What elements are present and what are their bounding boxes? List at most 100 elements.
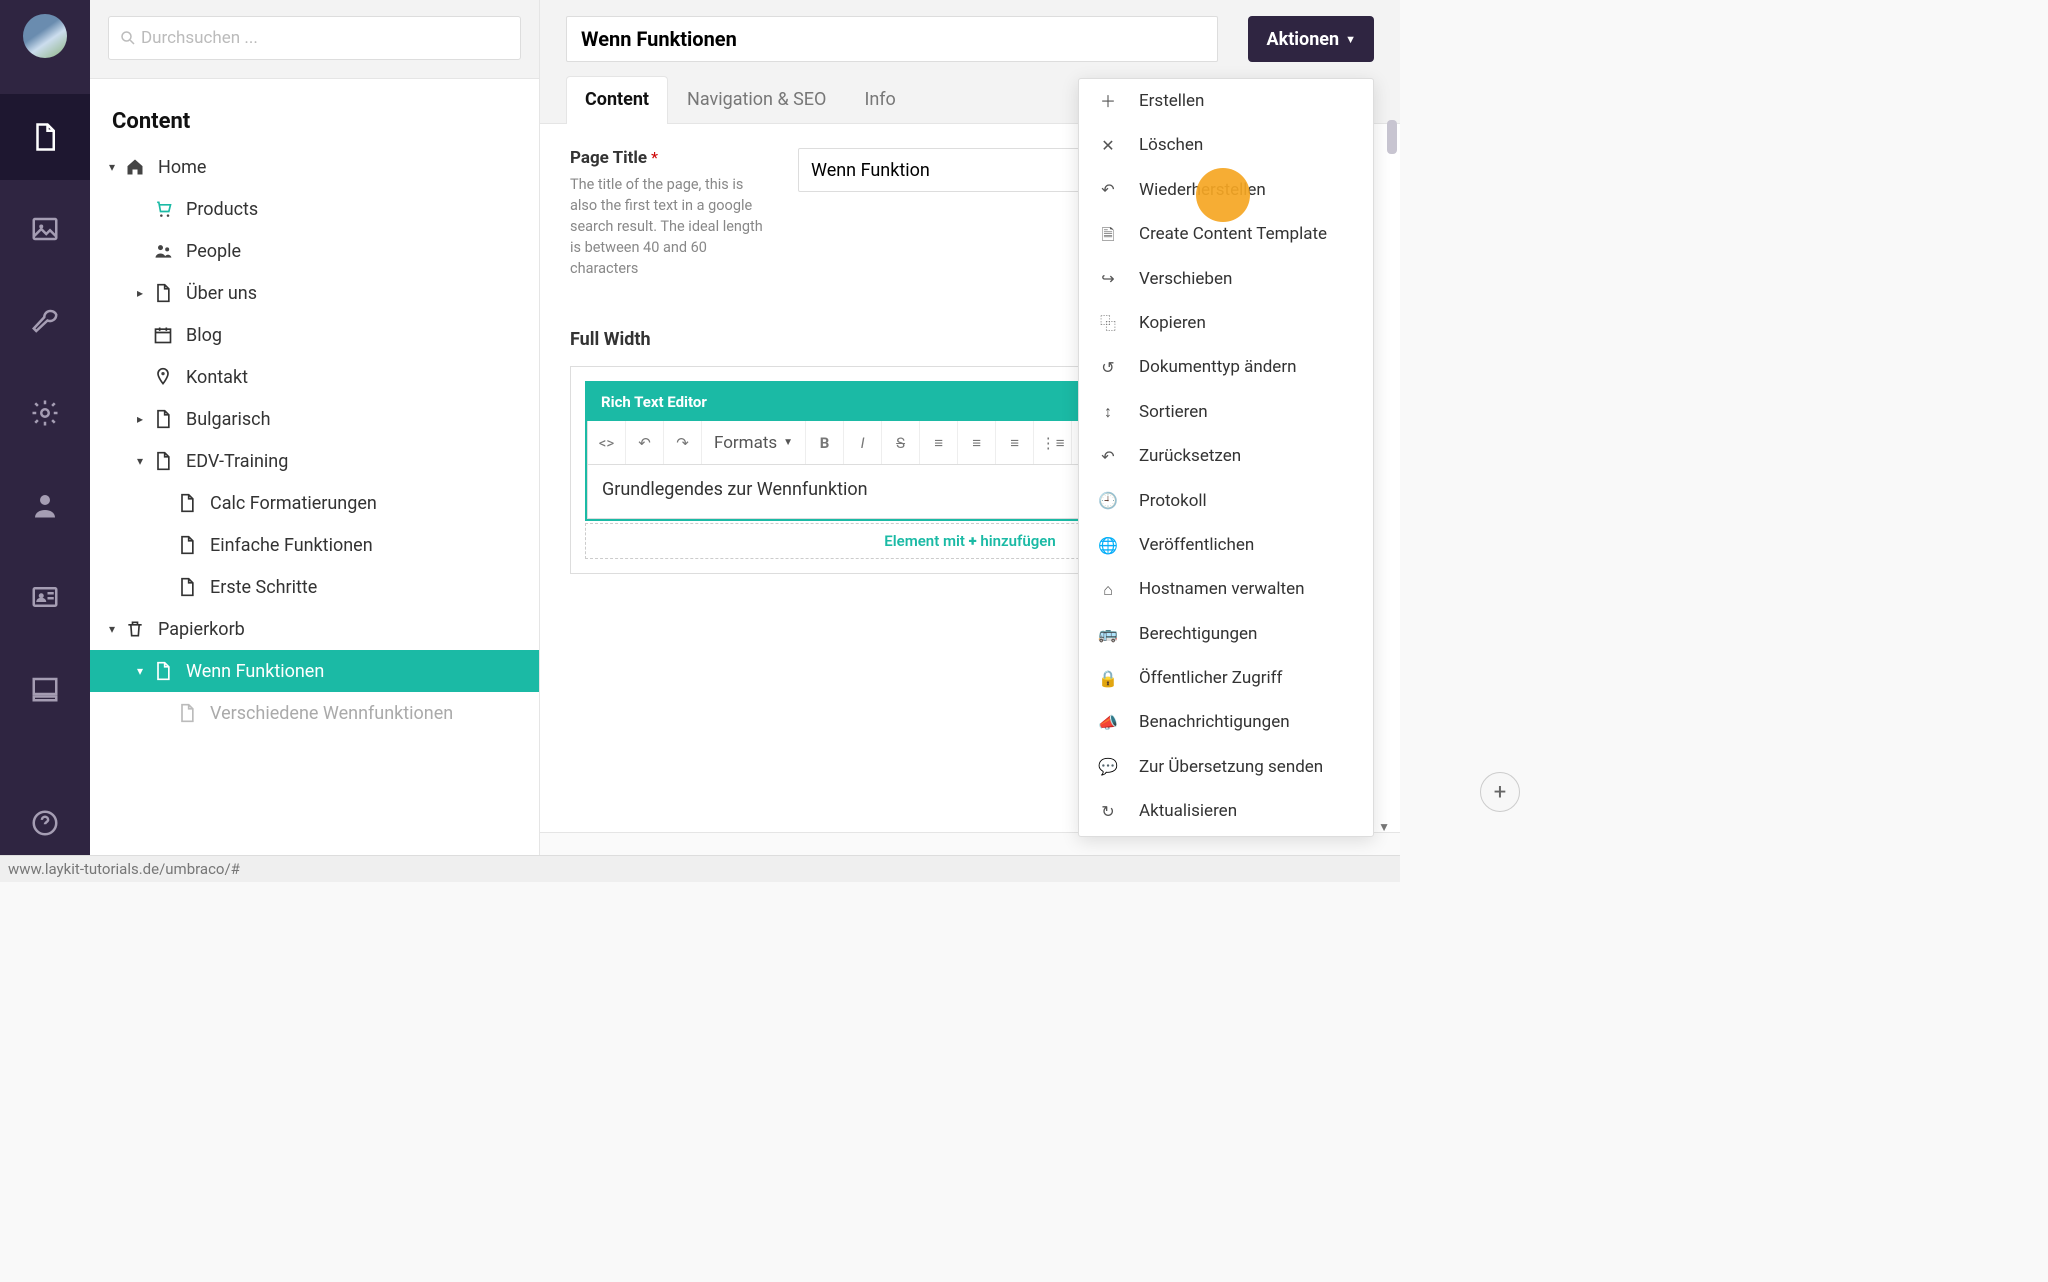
- tree-label: People: [186, 241, 241, 262]
- required-indicator: *: [651, 148, 658, 167]
- rail-content[interactable]: [0, 94, 90, 180]
- rail-settings[interactable]: [0, 278, 90, 364]
- rte-align-left-icon[interactable]: ≡: [920, 421, 958, 464]
- add-prefix: Element mit: [884, 532, 965, 550]
- rte-redo-icon[interactable]: ↷: [664, 421, 702, 464]
- search-input[interactable]: [141, 28, 510, 48]
- tree-home[interactable]: ▾Home: [90, 146, 539, 188]
- trash-icon: [122, 619, 148, 639]
- tree-wennfn[interactable]: ▾Wenn Funktionen: [90, 650, 539, 692]
- dropdown-more-icon[interactable]: ▼: [1378, 820, 1390, 834]
- rte-formats-label: Formats: [714, 433, 777, 453]
- actions-item-16[interactable]: ↻Aktualisieren: [1079, 789, 1373, 833]
- tree-label: Erste Schritte: [210, 577, 317, 598]
- actions-item-label: Verschieben: [1139, 269, 1232, 289]
- tree-firststeps[interactable]: Erste Schritte: [90, 566, 539, 608]
- file-icon: [174, 493, 200, 513]
- file-icon: [150, 409, 176, 429]
- add-row-button[interactable]: +: [1480, 772, 1520, 812]
- rail-help[interactable]: [0, 780, 90, 866]
- tree-blog[interactable]: Blog: [90, 314, 539, 356]
- tree-label: Blog: [186, 325, 222, 346]
- tree-trash[interactable]: ▾Papierkorb: [90, 608, 539, 650]
- rail-members[interactable]: [0, 554, 90, 640]
- app-root: Content ▾Home Products People ▸Über uns …: [0, 0, 1400, 882]
- page-name-input[interactable]: [566, 16, 1218, 62]
- rte-italic-icon[interactable]: I: [844, 421, 882, 464]
- file-icon: [174, 577, 200, 597]
- rail-media[interactable]: [0, 186, 90, 272]
- rail-forms[interactable]: [0, 646, 90, 732]
- tab-info[interactable]: Info: [845, 76, 914, 124]
- add-suffix: hinzufügen: [980, 532, 1055, 550]
- rte-bold-icon[interactable]: B: [806, 421, 844, 464]
- actions-item-icon: ↻: [1097, 802, 1119, 821]
- actions-item-label: Sortieren: [1139, 402, 1208, 422]
- tab-navseo[interactable]: Navigation & SEO: [668, 76, 845, 124]
- actions-item-4[interactable]: ↪Verschieben: [1079, 257, 1373, 301]
- actions-item-label: Benachrichtigungen: [1139, 712, 1290, 732]
- actions-item-7[interactable]: ↕ Sortieren: [1079, 390, 1373, 434]
- tree-simplefn[interactable]: Einfache Funktionen: [90, 524, 539, 566]
- actions-item-12[interactable]: 🚌 Berechtigungen: [1079, 612, 1373, 656]
- actions-item-label: Kopieren: [1139, 313, 1206, 333]
- tree-products[interactable]: Products: [90, 188, 539, 230]
- tree-edv[interactable]: ▾EDV-Training: [90, 440, 539, 482]
- rte-list-ul-icon[interactable]: ⋮≡: [1034, 421, 1072, 464]
- actions-item-6[interactable]: ↺Dokumenttyp ändern: [1079, 345, 1373, 389]
- tree-label: Bulgarisch: [186, 409, 271, 430]
- actions-item-10[interactable]: 🌐Veröffentlichen: [1079, 523, 1373, 567]
- tree-people[interactable]: People: [90, 230, 539, 272]
- actions-item-11[interactable]: ⌂Hostnamen verwalten: [1079, 567, 1373, 611]
- rte-formats-dropdown[interactable]: Formats▼: [702, 421, 806, 464]
- actions-item-label: Öffentlicher Zugriff: [1139, 668, 1282, 688]
- tree-label: Calc Formatierungen: [210, 493, 377, 514]
- actions-item-1[interactable]: ✕Löschen: [1079, 123, 1373, 167]
- rte-align-right-icon[interactable]: ≡: [996, 421, 1034, 464]
- actions-item-icon: ⌂: [1097, 580, 1119, 599]
- tree-about[interactable]: ▸Über uns: [90, 272, 539, 314]
- tree-variouswenn[interactable]: Verschiedene Wennfunktionen: [90, 692, 539, 734]
- tree-contact[interactable]: Kontakt: [90, 356, 539, 398]
- actions-item-label: Dokumenttyp ändern: [1139, 357, 1296, 377]
- rail-developer[interactable]: [0, 370, 90, 456]
- actions-item-icon: 🚌: [1097, 624, 1119, 643]
- pin-icon: [150, 367, 176, 387]
- actions-item-icon: ＋: [1097, 92, 1119, 111]
- actions-item-5[interactable]: ⿻Kopieren: [1079, 301, 1373, 345]
- actions-label: Aktionen: [1266, 29, 1339, 50]
- rte-source-icon[interactable]: <>: [588, 421, 626, 464]
- actions-item-label: Erstellen: [1139, 91, 1204, 111]
- actions-item-label: Create Content Template: [1139, 224, 1327, 244]
- avatar[interactable]: [23, 14, 67, 58]
- search-box[interactable]: [108, 16, 521, 60]
- scrollbar-thumb[interactable]: [1387, 120, 1397, 154]
- actions-item-13[interactable]: 🔒Öffentlicher Zugriff: [1079, 656, 1373, 700]
- file-icon: [150, 661, 176, 681]
- actions-item-icon: 🕘: [1097, 491, 1119, 510]
- tree-bulgarian[interactable]: ▸Bulgarisch: [90, 398, 539, 440]
- tree-label: Papierkorb: [158, 619, 245, 640]
- rail-users[interactable]: [0, 462, 90, 548]
- actions-item-icon: 🗎: [1097, 225, 1119, 244]
- actions-item-icon: ↕: [1097, 402, 1119, 421]
- actions-button[interactable]: Aktionen▼: [1248, 16, 1374, 62]
- tab-content[interactable]: Content: [566, 76, 668, 124]
- statusbar: www.laykit-tutorials.de/umbraco/#: [0, 855, 1400, 882]
- actions-item-15[interactable]: 💬Zur Übersetzung senden: [1079, 745, 1373, 789]
- rte-undo-icon[interactable]: ↶: [626, 421, 664, 464]
- highlight-marker: [1196, 168, 1250, 222]
- tree-calc[interactable]: Calc Formatierungen: [90, 482, 539, 524]
- page-title-label: Page Title: [570, 148, 647, 168]
- rte-align-center-icon[interactable]: ≡: [958, 421, 996, 464]
- tree-label: Products: [186, 199, 258, 220]
- actions-item-9[interactable]: 🕘Protokoll: [1079, 479, 1373, 523]
- actions-item-label: Berechtigungen: [1139, 624, 1257, 644]
- actions-item-icon: ↶: [1097, 447, 1119, 466]
- actions-item-14[interactable]: 📣Benachrichtigungen: [1079, 700, 1373, 744]
- actions-item-icon: 💬: [1097, 757, 1119, 776]
- rte-strike-icon[interactable]: S: [882, 421, 920, 464]
- actions-item-8[interactable]: ↶Zurücksetzen: [1079, 434, 1373, 478]
- actions-item-0[interactable]: ＋ Erstellen: [1079, 79, 1373, 123]
- actions-item-label: Löschen: [1139, 135, 1203, 155]
